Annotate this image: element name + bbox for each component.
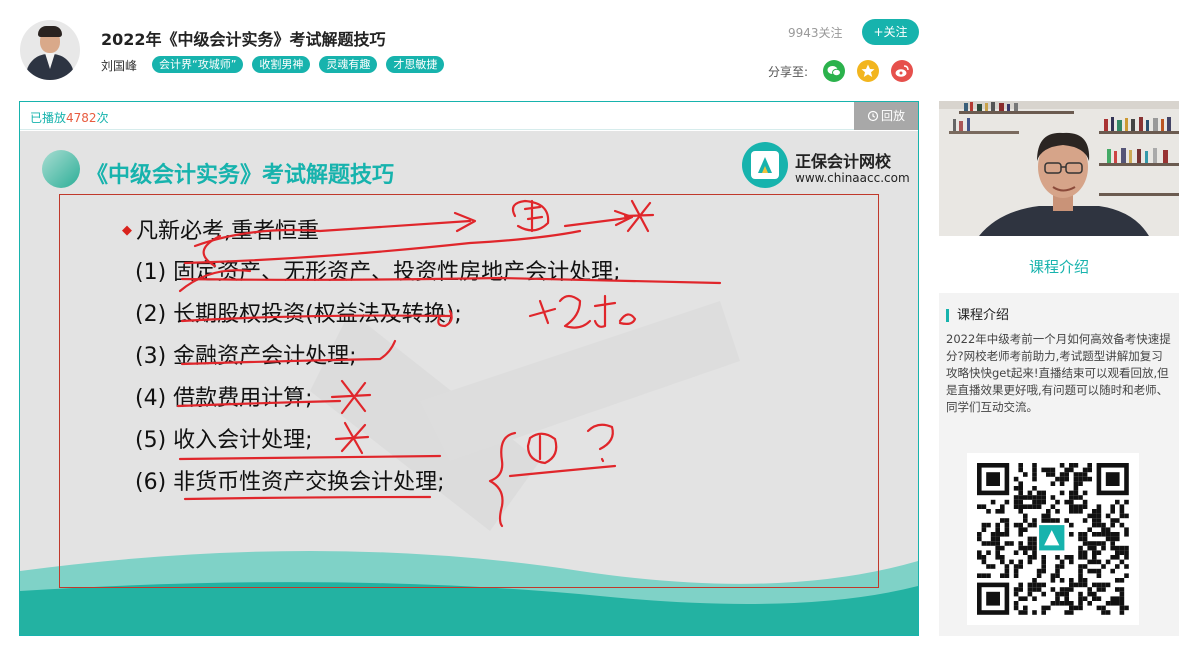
course-title: 2022年《中级会计实务》考试解题技巧 [101,30,386,49]
teacher-avatar[interactable] [20,20,80,80]
teacher-name[interactable]: 刘国峰 [101,57,137,74]
course-intro-tab[interactable]: 课程介绍 [939,256,1179,277]
avatar-hair [38,26,62,37]
logo-url: www.chinaacc.com [795,171,910,185]
logo-name: 正保会计网校 [795,152,892,171]
lecture-slide: 《中级会计实务》考试解题技巧 正保会计网校 www.chinaacc.com ◆… [20,131,918,635]
camera-scene [939,101,1179,236]
video-player[interactable]: 已播放4782次 回放 《中级会计实务》考试解题技巧 正保会计网校 www.ch… [19,101,919,636]
weibo-share-icon[interactable] [891,60,913,82]
slide-bullet: ◆ 凡新必考,重者恒重 [122,219,319,244]
follow-button[interactable]: +关注 [862,19,919,45]
follower-count: 9943关注 [788,26,843,40]
slide-title: 《中级会计实务》考试解题技巧 [86,163,395,188]
slide-item: (5) 收入会计处理; [135,428,313,453]
course-intro-panel: 课程介绍 2022年中级考前一个月如何高效备考快速提分?网校老师考前助力,考试题… [939,293,1179,636]
replay-icon [867,110,879,122]
player-status-bar: 已播放4782次 回放 [20,102,918,130]
teacher-camera-feed[interactable] [939,101,1179,236]
title-decoration-circle [42,150,80,188]
teacher-tags: 会计界“攻城师” 收割男神 灵魂有趣 才思敏捷 [152,56,445,73]
slide-item: (6) 非货币性资产交换会计处理; [135,470,445,495]
course-intro-heading: 课程介绍 [946,309,1009,322]
teacher-tag: 灵魂有趣 [319,56,378,73]
teacher-tag: 收割男神 [252,56,311,73]
teacher-tag: 才思敏捷 [386,56,445,73]
teacher-tag: 会计界“攻城师” [152,56,244,73]
share-label: 分享至: [768,65,809,79]
replay-button[interactable]: 回放 [854,102,918,130]
slide-item: (3) 金融资产会计处理; [135,344,357,369]
wechat-share-icon[interactable] [823,60,845,82]
slide-item: (2) 长期股权投资(权益法及转换); [135,302,462,327]
qr-code[interactable] [967,453,1139,625]
slide-item: (4) 借款费用计算; [135,386,313,411]
chinaacc-logo [742,142,788,188]
qzone-share-icon[interactable] [857,60,879,82]
qr-code-pattern [977,463,1129,615]
slide-item: (1) 固定资产、无形资产、投资性房地产会计处理; [135,260,621,285]
course-intro-text: 2022年中级考前一个月如何高效备考快速提分?网校老师考前助力,考试题型讲解加复… [946,332,1171,414]
play-count: 已播放4782次 [30,111,109,125]
